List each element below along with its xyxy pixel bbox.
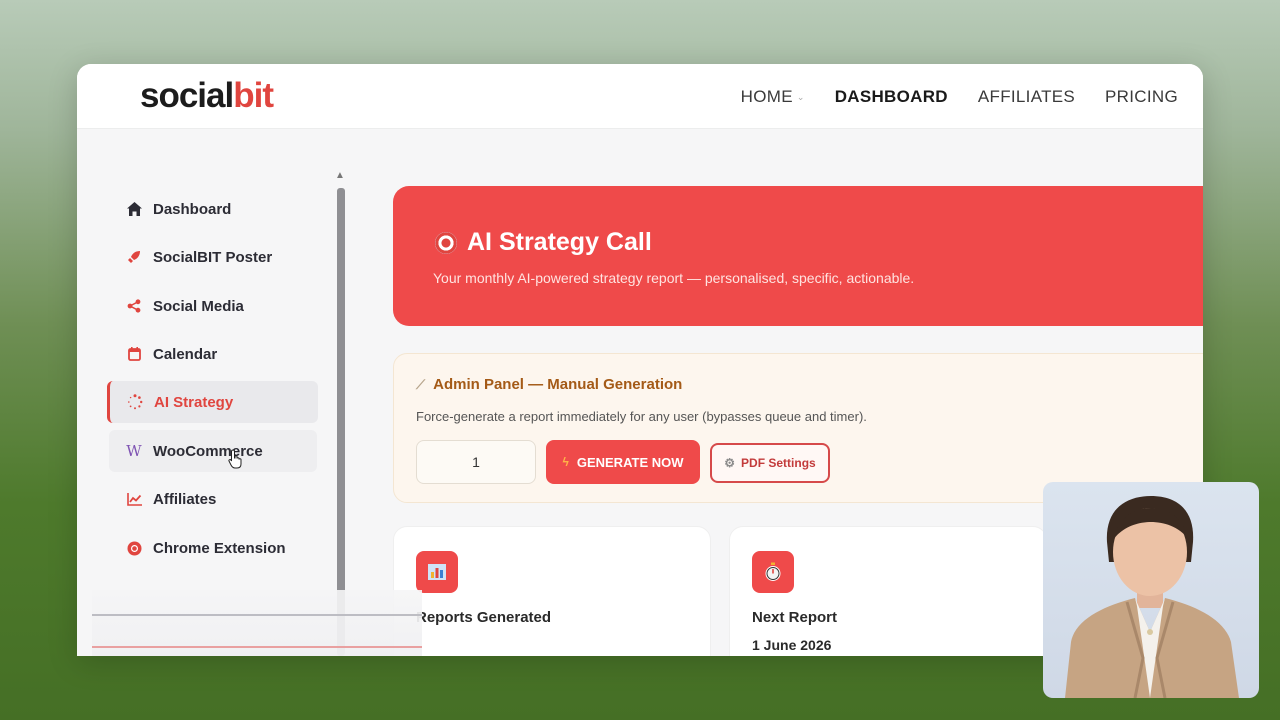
admin-panel-description: Force-generate a report immediately for … xyxy=(416,409,867,424)
admin-panel: ⟋ Admin Panel — Manual Generation Force-… xyxy=(393,353,1203,503)
sidebar-item-ai-strategy[interactable]: AI Strategy xyxy=(107,381,318,423)
share-icon xyxy=(121,299,147,313)
stopwatch-icon xyxy=(752,551,794,593)
wrench-icon: ⟋ xyxy=(416,376,426,392)
scrollbar-thumb[interactable] xyxy=(337,188,345,656)
sidebar-item-socialbit-poster[interactable]: SocialBIT Poster xyxy=(109,236,317,278)
pdf-settings-button[interactable]: ⚙ PDF Settings xyxy=(710,443,830,483)
sidebar-item-calendar[interactable]: Calendar xyxy=(109,333,317,375)
spinner-icon xyxy=(122,394,148,410)
socialbit-logo[interactable]: socialbit xyxy=(140,76,274,116)
page-title: AI Strategy Call xyxy=(435,228,652,257)
chrome-icon xyxy=(121,541,147,556)
generate-now-button[interactable]: ϟ GENERATE NOW xyxy=(546,440,700,484)
user-id-input[interactable]: 1 xyxy=(416,440,536,484)
rocket-icon xyxy=(121,250,147,264)
gear-icon: ⚙ xyxy=(724,456,736,470)
screen-transition-artifact xyxy=(92,590,422,656)
presenter-avatar xyxy=(1065,496,1239,698)
bolt-icon: ϟ xyxy=(562,455,569,469)
browser-window: socialbit HOME ⌄ DASHBOARD AFFILIATES PR… xyxy=(77,64,1203,656)
hand-cursor-icon xyxy=(228,449,244,474)
stat-card-reports-generated: Reports Generated xyxy=(393,526,711,656)
sidebar-item-dashboard[interactable]: Dashboard xyxy=(109,188,317,230)
hero-banner: AI Strategy Call Your monthly AI-powered… xyxy=(393,186,1203,326)
presenter-video-overlay xyxy=(1043,482,1259,698)
admin-panel-title: ⟋ Admin Panel — Manual Generation xyxy=(416,376,683,393)
sidebar-item-affiliates[interactable]: Affiliates xyxy=(109,478,317,520)
sidebar-item-chrome-extension[interactable]: Chrome Extension xyxy=(109,527,317,569)
sidebar-item-woocommerce[interactable]: W WooCommerce xyxy=(109,430,317,472)
page-subtitle: Your monthly AI-powered strategy report … xyxy=(433,270,915,286)
woocommerce-icon: W xyxy=(126,442,142,460)
sidebar: Dashboard SocialBIT Poster Social Media … xyxy=(91,168,331,656)
chart-line-icon xyxy=(121,492,147,506)
scroll-up-arrow-icon[interactable]: ▲ xyxy=(335,170,345,181)
calendar-icon xyxy=(121,347,147,361)
sidebar-item-social-media[interactable]: Social Media xyxy=(109,285,317,327)
home-icon xyxy=(121,202,147,216)
bar-chart-icon xyxy=(416,551,458,593)
target-icon xyxy=(435,231,457,254)
sidebar-scrollbar[interactable]: ▲ xyxy=(335,170,345,656)
stat-card-next-report: Next Report 1 June 2026 xyxy=(729,526,1047,656)
